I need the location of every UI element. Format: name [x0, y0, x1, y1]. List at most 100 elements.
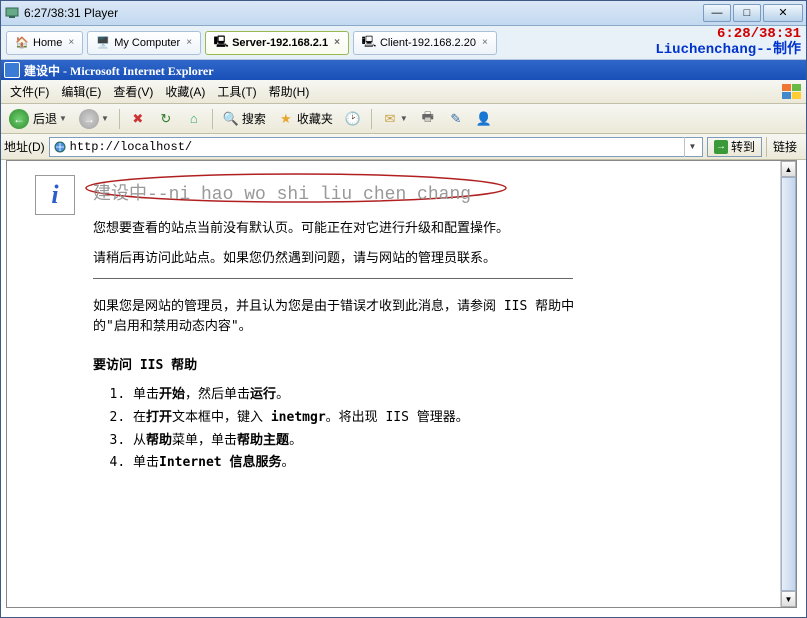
client-icon: 🖳 [362, 36, 376, 50]
computer-icon: 🖥️ [96, 36, 110, 50]
tab-label: Server-192.168.2.1 [232, 37, 328, 49]
minimize-button[interactable]: — [703, 4, 731, 22]
tab-close-icon[interactable]: × [186, 37, 192, 48]
tab-client[interactable]: 🖳 Client-192.168.2.20 × [353, 31, 497, 55]
scroll-down-button[interactable]: ▼ [781, 591, 796, 607]
scroll-thumb[interactable] [781, 177, 796, 591]
back-arrow-icon: ← [9, 109, 29, 129]
paragraph-3: 如果您是网站的管理员，并且认为您是由于错误才收到此消息，请参阅 IIS 帮助中的… [93, 297, 593, 336]
star-icon: ★ [278, 111, 294, 127]
home-button[interactable]: ⌂ [181, 108, 207, 130]
history-button[interactable]: 🕑 [340, 108, 366, 130]
favorites-button[interactable]: ★ 收藏夹 [273, 108, 338, 130]
ie-menubar: 文件(F) 编辑(E) 查看(V) 收藏(A) 工具(T) 帮助(H) [0, 80, 807, 104]
player-app-icon [4, 5, 20, 21]
recording-overlay: 6:28/38:31 Liuchenchang--制作 [655, 26, 801, 58]
search-icon: 🔍 [223, 111, 239, 127]
stop-button[interactable]: ✖ [125, 108, 151, 130]
refresh-button[interactable]: ↻ [153, 108, 179, 130]
page-body: i 建设中--ni hao wo shi liu chen chang 您想要查… [7, 161, 780, 607]
overlay-author: Liuchenchang--制作 [655, 42, 801, 58]
go-button[interactable]: → 转到 [707, 137, 762, 157]
search-label: 搜索 [242, 110, 266, 127]
scroll-up-button[interactable]: ▲ [781, 161, 796, 177]
window-controls: — □ ✕ [703, 4, 803, 22]
search-button[interactable]: 🔍 搜索 [218, 108, 271, 130]
mail-button[interactable]: ✉▼ [377, 108, 413, 130]
go-arrow-icon: → [714, 140, 728, 154]
menu-favorites[interactable]: 收藏(A) [159, 81, 211, 102]
steps-list: 单击开始，然后单击运行。 在打开文本框中，键入 inetmgr。将出现 IIS … [133, 385, 750, 474]
url-input[interactable] [70, 140, 684, 154]
heading-row: 建设中--ni hao wo shi liu chen chang [93, 179, 750, 205]
dropdown-arrow-icon: ▼ [101, 114, 109, 123]
messenger-button[interactable]: 👤 [471, 108, 497, 130]
windows-logo-icon [779, 82, 805, 102]
step-2: 在打开文本框中，键入 inetmgr。将出现 IIS 管理器。 [133, 408, 750, 429]
close-button[interactable]: ✕ [763, 4, 803, 22]
print-icon: 🖶 [420, 111, 436, 127]
tab-label: Home [33, 37, 62, 49]
menu-help[interactable]: 帮助(H) [263, 81, 316, 102]
separator [212, 109, 213, 129]
print-button[interactable]: 🖶 [415, 108, 441, 130]
tab-label: My Computer [114, 37, 180, 49]
page-icon [52, 139, 68, 155]
menu-tools[interactable]: 工具(T) [211, 81, 262, 102]
iis-help-heading: 要访问 IIS 帮助 [93, 354, 750, 373]
step-4: 单击Internet 信息服务。 [133, 453, 750, 474]
separator [371, 109, 372, 129]
back-label: 后退 [33, 110, 57, 127]
home-icon: 🏠 [15, 36, 29, 50]
dropdown-arrow-icon: ▼ [400, 114, 408, 123]
vertical-scrollbar[interactable]: ▲ ▼ [780, 161, 796, 607]
tab-close-icon[interactable]: × [482, 37, 488, 48]
history-icon: 🕑 [345, 111, 361, 127]
ie-toolbar: ← 后退 ▼ → ▼ ✖ ↻ ⌂ 🔍 搜索 ★ 收藏夹 🕑 ✉▼ 🖶 ✎ 👤 [0, 104, 807, 134]
ie-addressbar: 地址(D) ▼ → 转到 链接 [0, 134, 807, 160]
ie-app-icon [4, 62, 20, 78]
menu-edit[interactable]: 编辑(E) [55, 81, 107, 102]
address-dropdown-button[interactable]: ▼ [684, 137, 700, 157]
vm-tab-strip: 🏠 Home × 🖥️ My Computer × 🖳 Server-192.1… [0, 26, 807, 60]
forward-button[interactable]: → ▼ [74, 108, 114, 130]
tab-close-icon[interactable]: × [334, 37, 340, 48]
tab-my-computer[interactable]: 🖥️ My Computer × [87, 31, 201, 55]
edit-button[interactable]: ✎ [443, 108, 469, 130]
info-icon-box: i [35, 175, 75, 215]
ie-title-text: 建设中 - Microsoft Internet Explorer [24, 62, 214, 79]
step-1: 单击开始，然后单击运行。 [133, 385, 750, 406]
divider [93, 278, 573, 279]
refresh-icon: ↻ [158, 111, 174, 127]
maximize-button[interactable]: □ [733, 4, 761, 22]
step-3: 从帮助菜单，单击帮助主题。 [133, 431, 750, 452]
dropdown-arrow-icon: ▼ [59, 114, 67, 123]
mail-icon: ✉ [382, 111, 398, 127]
paragraph-2: 请稍后再访问此站点。如果您仍然遇到问题，请与网站的管理员联系。 [93, 249, 593, 269]
stop-icon: ✖ [130, 111, 146, 127]
tab-close-icon[interactable]: × [68, 37, 74, 48]
server-icon: 🖳 [214, 36, 228, 50]
links-label: 链接 [773, 138, 797, 155]
ie-content-area: i 建设中--ni hao wo shi liu chen chang 您想要查… [6, 160, 797, 608]
address-field[interactable]: ▼ [49, 137, 703, 157]
tab-label: Client-192.168.2.20 [380, 37, 476, 49]
separator [119, 109, 120, 129]
ie-titlebar: 建设中 - Microsoft Internet Explorer [0, 60, 807, 80]
tab-server[interactable]: 🖳 Server-192.168.2.1 × [205, 31, 349, 55]
messenger-icon: 👤 [476, 111, 492, 127]
overlay-time: 6:28/38:31 [655, 26, 801, 42]
info-i-icon: i [51, 180, 58, 210]
home-icon: ⌂ [186, 111, 202, 127]
menu-file[interactable]: 文件(F) [4, 81, 55, 102]
back-button[interactable]: ← 后退 ▼ [4, 108, 72, 130]
links-button[interactable]: 链接 [766, 137, 803, 157]
menu-view[interactable]: 查看(V) [107, 81, 159, 102]
edit-icon: ✎ [448, 111, 464, 127]
go-label: 转到 [731, 138, 755, 155]
tab-home[interactable]: 🏠 Home × [6, 31, 83, 55]
player-title: 6:27/38:31 Player [24, 6, 703, 20]
address-label: 地址(D) [4, 138, 45, 155]
paragraph-1: 您想要查看的站点当前没有默认页。可能正在对它进行升级和配置操作。 [93, 219, 593, 239]
player-titlebar: 6:27/38:31 Player — □ ✕ [0, 0, 807, 26]
